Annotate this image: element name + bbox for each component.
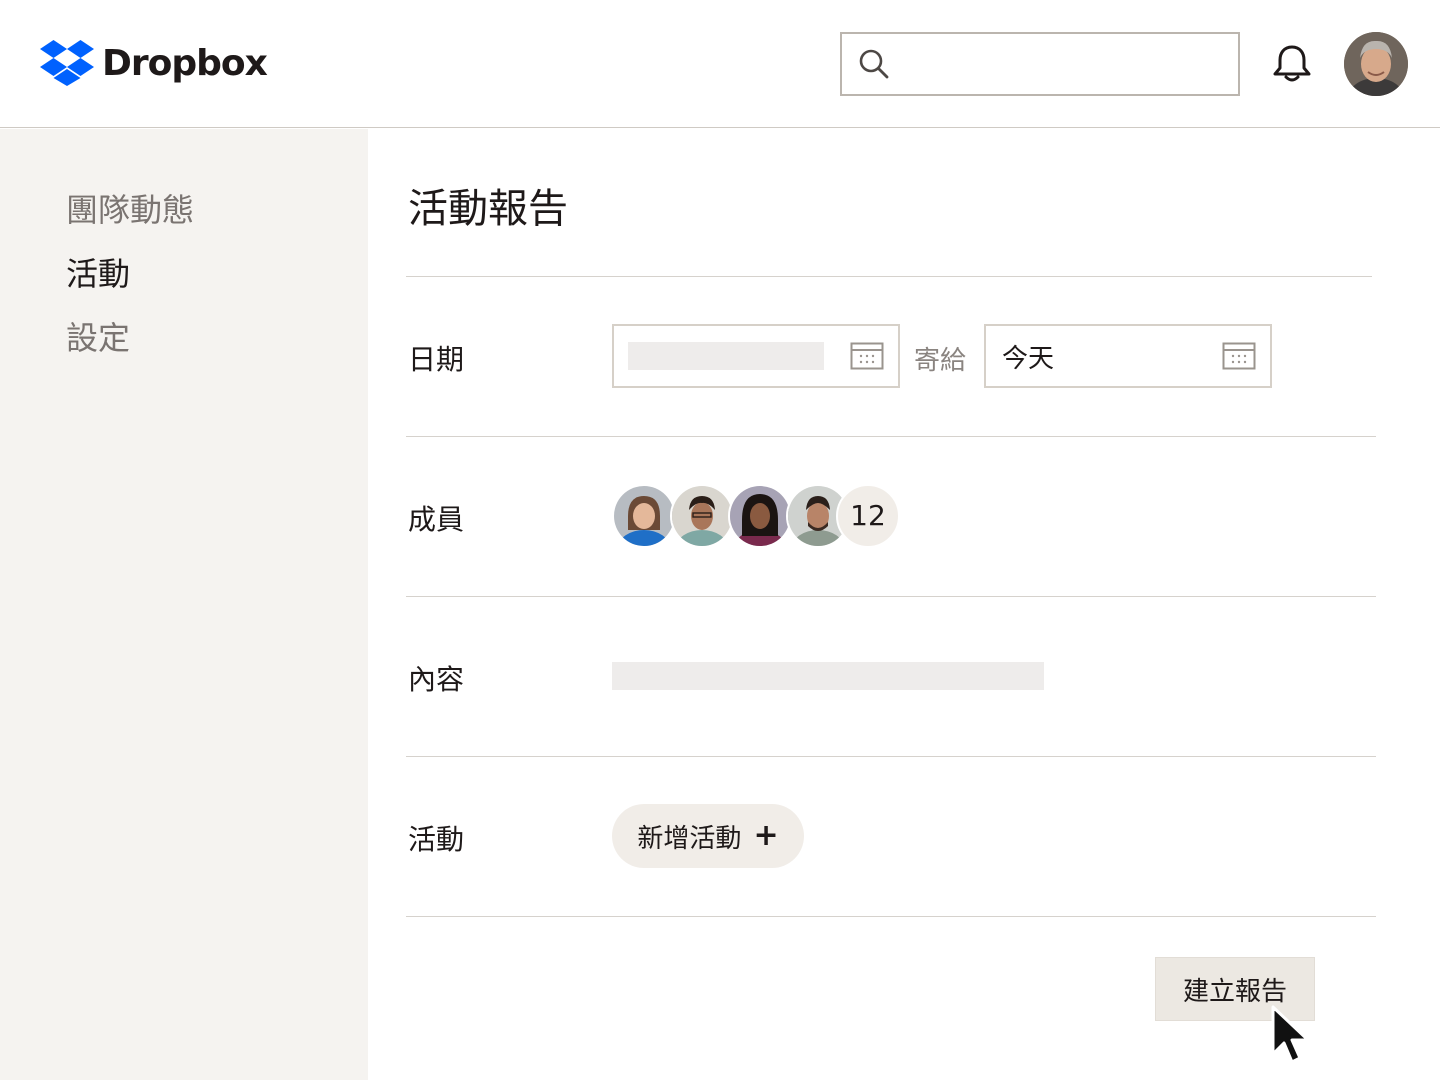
brand-name: Dropbox	[102, 42, 268, 84]
sidebar: 團隊動態 活動 設定	[0, 129, 368, 1080]
user-avatar[interactable]	[1344, 32, 1408, 96]
divider	[406, 756, 1376, 757]
end-date-value: 今天	[1002, 344, 1055, 374]
sidebar-item-team-activity[interactable]: 團隊動態	[66, 185, 194, 231]
divider	[406, 276, 1372, 277]
add-activity-label: 新增活動	[637, 823, 742, 854]
sidebar-item-settings[interactable]: 設定	[66, 313, 130, 359]
calendar-icon	[850, 342, 884, 370]
mouse-cursor-icon	[1271, 1005, 1310, 1064]
top-bar: Dropbox	[0, 0, 1440, 128]
dropbox-logo-icon	[40, 40, 94, 86]
avatar-photo	[1344, 32, 1408, 96]
end-date-field[interactable]: 今天	[984, 324, 1272, 388]
dropbox-logo[interactable]: Dropbox	[40, 40, 268, 86]
sidebar-item-activity[interactable]: 活動	[66, 249, 130, 295]
notifications-button[interactable]	[1270, 44, 1314, 88]
search-box[interactable]	[840, 32, 1240, 96]
content-placeholder	[612, 662, 1044, 690]
start-date-field[interactable]	[612, 324, 900, 388]
activity-label: 活動	[408, 823, 465, 856]
member-count-badge[interactable]: 12	[836, 484, 900, 548]
divider	[406, 436, 1376, 437]
divider	[406, 916, 1376, 917]
calendar-icon	[1222, 342, 1256, 370]
member-avatar[interactable]	[612, 484, 676, 548]
plus-icon: +	[753, 818, 779, 853]
members-label: 成員	[408, 503, 465, 536]
search-icon	[859, 49, 889, 79]
date-label: 日期	[408, 343, 465, 376]
content-label: 內容	[408, 663, 465, 696]
date-to-label: 寄給	[914, 346, 967, 376]
page-title: 活動報告	[408, 186, 568, 232]
member-avatar[interactable]	[728, 484, 792, 548]
divider	[406, 596, 1376, 597]
start-date-placeholder	[628, 342, 824, 370]
add-activity-button[interactable]: 新增活動 +	[612, 804, 804, 868]
search-input[interactable]	[900, 44, 1220, 84]
bell-icon	[1273, 45, 1311, 82]
member-avatar[interactable]	[670, 484, 734, 548]
app-window: Dropbox 團隊動態 活動 設定 活動報告 日期 寄給 今天 成員 12 內…	[0, 0, 1440, 1080]
